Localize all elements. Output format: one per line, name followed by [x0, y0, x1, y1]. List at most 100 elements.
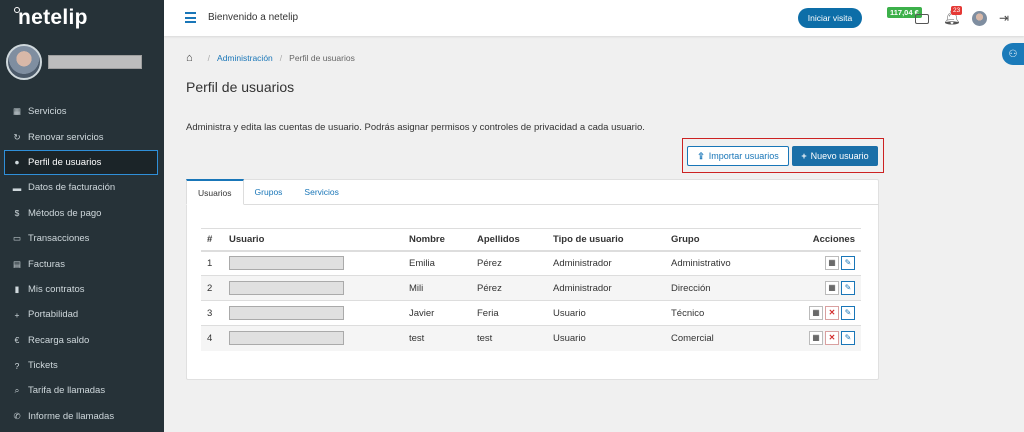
col-header-acciones: Acciones [785, 228, 861, 252]
breadcrumb-current: Perfil de usuarios [289, 53, 355, 63]
plus-icon: + [801, 151, 807, 161]
table-row: 4 test test Usuario Comercial ▦ ✕ ✎ [201, 325, 861, 351]
cell-usuario [223, 250, 403, 276]
edit-icon[interactable]: ✎ [841, 306, 855, 320]
cell-tipo: Administrador [547, 275, 665, 301]
briefcase-icon: ▬ [12, 182, 22, 193]
floating-help-icon[interactable]: ⚇ [1002, 43, 1024, 65]
cell-nombre: Emilia [403, 250, 471, 276]
permissions-grid-icon[interactable]: ▦ [809, 306, 823, 320]
sidebar-item-tarifa-de-llamadas[interactable]: ⌕ Tarifa de llamadas [0, 378, 164, 403]
delete-icon[interactable]: ✕ [825, 306, 839, 320]
delete-icon[interactable]: ✕ [825, 331, 839, 346]
grid-icon: ▦ [12, 106, 22, 117]
cell-acciones: ▦ ✎ [785, 250, 861, 276]
sidebar-item-perfil-de-usuarios[interactable]: ● Perfil de usuarios [4, 149, 158, 176]
cell-num: 1 [201, 250, 223, 276]
sidebar-item-tickets[interactable]: ? Tickets [0, 353, 164, 378]
cell-nombre: test [403, 325, 471, 351]
invoice-icon: ▤ [12, 258, 22, 269]
col-header-grupo: Grupo [665, 228, 785, 252]
cell-grupo: Técnico [665, 300, 785, 326]
user-box[interactable] [6, 44, 142, 80]
avatar[interactable] [6, 44, 42, 80]
cell-apellidos: Pérez [471, 250, 547, 276]
tab-grupos[interactable]: Grupos [244, 179, 294, 205]
notification-count-badge: 23 [951, 6, 963, 15]
cell-acciones: ▦ ✕ ✎ [785, 325, 861, 351]
sidebar-item-datos-de-facturaci-n[interactable]: ▬ Datos de facturación [0, 175, 164, 200]
topbar-avatar[interactable] [972, 11, 987, 26]
col-header-nombre: Nombre [403, 228, 471, 252]
sidebar-item-informe-de-llamadas[interactable]: ✆ Informe de llamadas [0, 404, 164, 429]
cell-usuario [223, 325, 403, 351]
cell-apellidos: Pérez [471, 275, 547, 301]
sidebar-item-facturas[interactable]: ▤ Facturas [0, 251, 164, 276]
logout-icon[interactable]: ⇥ [999, 11, 1009, 25]
refresh-icon: ↻ [13, 131, 21, 142]
cell-tipo: Usuario [547, 300, 665, 326]
tab-usuarios[interactable]: Usuarios [186, 179, 244, 205]
cell-tipo: Administrador [547, 250, 665, 276]
user-name-redacted [48, 55, 142, 69]
import-users-button[interactable]: ⇪ Importar usuarios [687, 146, 789, 166]
permissions-grid-icon[interactable]: ▦ [809, 331, 823, 346]
hamburger-menu-icon[interactable] [185, 12, 196, 26]
edit-icon[interactable]: ✎ [841, 331, 855, 346]
topbar: Bienvenido a netelip Iniciar visita 117,… [164, 0, 1024, 36]
permissions-grid-icon[interactable]: ▦ [825, 256, 839, 271]
sidebar-item-recarga-saldo[interactable]: € Recarga saldo [0, 328, 164, 353]
table-row: 1 Emilia Pérez Administrador Administrativo ▦… [201, 250, 861, 276]
page-description: Administra y edita las cuentas de usuari… [186, 122, 645, 133]
sidebar-item-transacciones[interactable]: ▭ Transacciones [0, 226, 164, 251]
users-table: # Usuario Nombre Apellidos Tipo de usuar… [201, 228, 861, 351]
sidebar-item-servicios[interactable]: ▦ Servicios [0, 99, 164, 124]
sidebar-item-label: Portabilidad [28, 309, 79, 321]
tab-servicios[interactable]: Servicios [293, 179, 349, 205]
sidebar-item-renovar-servicios[interactable]: ↻ Renovar servicios [0, 124, 164, 149]
sidebar-item-label: Informe de llamadas [28, 410, 115, 422]
cell-grupo: Administrativo [665, 250, 785, 276]
username-redacted [229, 256, 344, 271]
col-header-usuario: Usuario [223, 228, 403, 252]
cell-usuario [223, 300, 403, 326]
cell-apellidos: test [471, 325, 547, 351]
sidebar-item-m-todos-de-pago[interactable]: $ Métodos de pago [0, 201, 164, 226]
plus-icon: + [14, 309, 20, 320]
col-header-num: # [201, 228, 223, 252]
home-icon[interactable]: ⌂ [186, 52, 193, 64]
cell-acciones: ▦ ✎ [785, 275, 861, 301]
welcome-text: Bienvenido a netelip [208, 12, 299, 23]
cell-tipo: Usuario [547, 325, 665, 351]
dollar-icon: $ [14, 208, 20, 219]
sidebar-nav: ▦ Servicios ↻ Renovar servicios ● Perfil de u… [0, 99, 164, 429]
netelip-logo[interactable]: netelip [14, 6, 88, 30]
username-redacted [229, 331, 344, 346]
wallet-icon[interactable] [915, 14, 929, 24]
cell-nombre: Mili [403, 275, 471, 301]
col-header-tipo: Tipo de usuario [547, 228, 665, 252]
start-visit-button[interactable]: Iniciar visita [798, 8, 862, 28]
username-redacted [229, 306, 344, 320]
breadcrumb-admin-link[interactable]: Administración [217, 53, 273, 63]
cell-grupo: Dirección [665, 275, 785, 301]
sidebar-item-label: Datos de facturación [28, 182, 116, 194]
tabs: Usuarios Grupos Servicios [186, 179, 879, 205]
sidebar-item-mis-contratos[interactable]: ▮ Mis contratos [0, 277, 164, 302]
sidebar-item-label: Renovar servicios [28, 131, 104, 143]
cell-grupo: Comercial [665, 325, 785, 351]
permissions-grid-icon[interactable]: ▦ [825, 281, 839, 295]
sidebar-item-portabilidad[interactable]: + Portabilidad [0, 302, 164, 327]
sidebar-item-label: Tarifa de llamadas [28, 385, 106, 397]
edit-icon[interactable]: ✎ [841, 256, 855, 271]
search-icon: ⌕ [14, 385, 20, 396]
phone-icon: ✆ [13, 410, 21, 421]
new-user-button[interactable]: + Nuevo usuario [792, 146, 878, 166]
table-row: 2 Mili Pérez Administrador Dirección ▦ ✎ [201, 275, 861, 301]
sidebar-item-label: Tickets [28, 360, 58, 372]
edit-icon[interactable]: ✎ [841, 281, 855, 295]
sidebar-item-label: Perfil de usuarios [28, 156, 102, 168]
cell-usuario [223, 275, 403, 301]
col-header-apellidos: Apellidos [471, 228, 547, 252]
cell-num: 2 [201, 275, 223, 301]
